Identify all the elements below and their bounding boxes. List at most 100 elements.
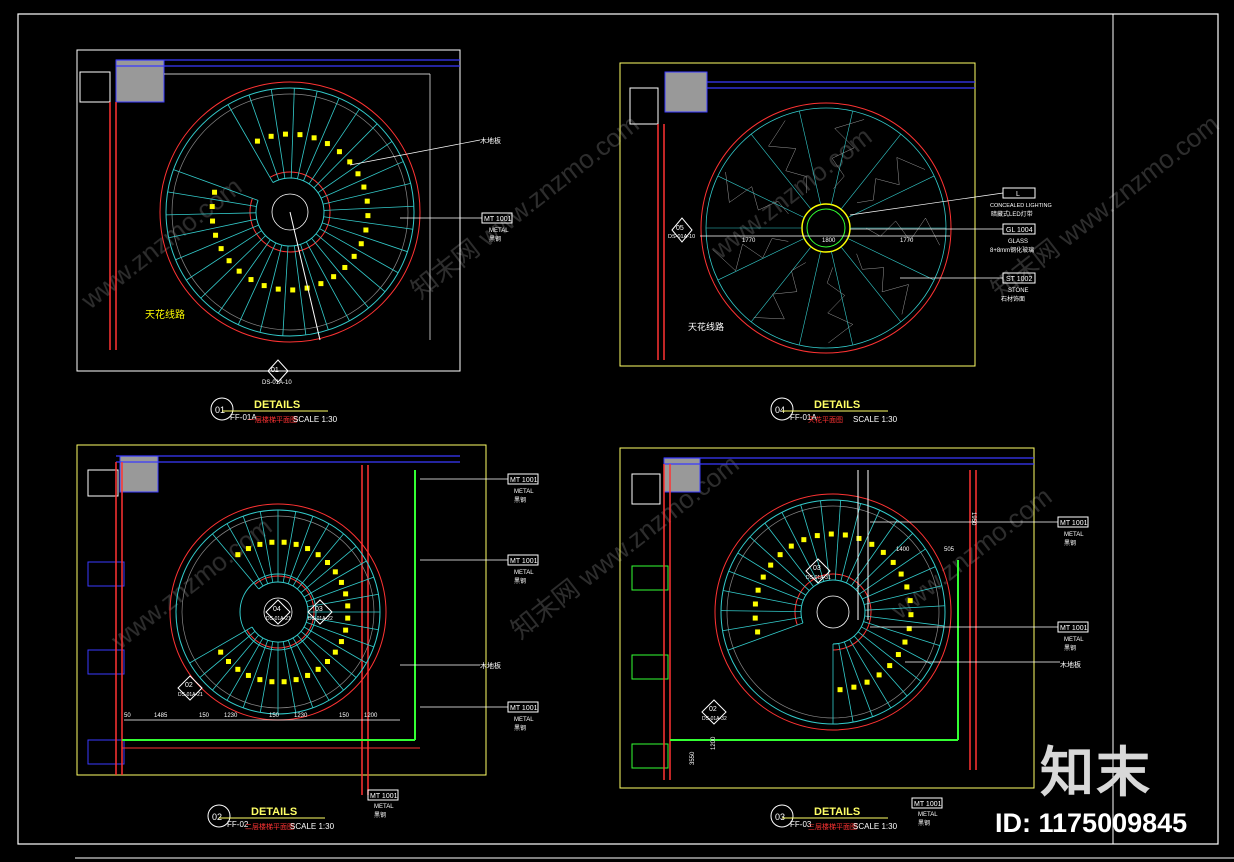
dim-value: 50 bbox=[124, 713, 131, 719]
stair-tread bbox=[845, 510, 881, 584]
step-light bbox=[890, 559, 896, 565]
core bbox=[816, 595, 850, 629]
metal-note: METAL bbox=[374, 804, 394, 810]
metal-code: MT 1001 bbox=[510, 477, 538, 484]
column-block bbox=[87, 739, 125, 765]
stair-tread bbox=[838, 643, 854, 723]
step-light bbox=[235, 552, 241, 558]
panel-number: 03 bbox=[775, 812, 785, 822]
panel-number: 04 bbox=[775, 405, 785, 415]
step-light bbox=[275, 286, 281, 292]
step-light bbox=[347, 159, 353, 165]
metal-code: MT 1001 bbox=[484, 216, 512, 223]
leader bbox=[849, 192, 1004, 216]
lighting-cn: 暗藏式LED灯带 bbox=[991, 210, 1033, 218]
panel-title: DETAILS bbox=[254, 399, 300, 411]
step-light bbox=[254, 138, 260, 144]
step-light bbox=[351, 253, 357, 259]
step-light bbox=[210, 218, 216, 224]
panel-title: DETAILS bbox=[814, 399, 860, 411]
ceiling-note: 天花线路 bbox=[145, 308, 185, 321]
stair-tread bbox=[857, 631, 922, 682]
watermark-text: www.znzmo.com bbox=[704, 121, 877, 265]
section-ref: DS-01A-31 bbox=[806, 575, 831, 581]
dim-value: 1400 bbox=[896, 547, 910, 553]
step-light bbox=[842, 532, 848, 538]
panel-scale: SCALE 1:30 bbox=[293, 415, 338, 424]
watermark-text: www.znzmo.com bbox=[884, 481, 1057, 625]
stair-tread bbox=[300, 546, 357, 594]
step-light bbox=[297, 132, 303, 138]
dim-value: 1950 bbox=[970, 512, 976, 526]
stair-tread bbox=[217, 239, 271, 314]
step-light bbox=[345, 615, 351, 621]
stair-tread bbox=[212, 634, 260, 691]
step-light bbox=[880, 549, 886, 555]
watermark-text: www.znzmo.com bbox=[104, 511, 277, 655]
step-light bbox=[235, 666, 241, 672]
step-light bbox=[869, 541, 875, 547]
metal-note: METAL bbox=[918, 812, 938, 818]
section-num: 05 bbox=[676, 225, 684, 232]
stair-tread bbox=[296, 533, 344, 590]
panel-04: 1770 1800 1770 L CONCEALED LIGHTING暗藏式LED灯带 G… bbox=[619, 62, 1052, 367]
stair-tread bbox=[855, 533, 913, 590]
stair-tread bbox=[849, 639, 892, 709]
step-light bbox=[814, 533, 820, 539]
dim-value: 1230 bbox=[224, 713, 238, 719]
metal-note: METAL bbox=[489, 228, 509, 234]
step-light bbox=[281, 539, 287, 545]
dim-value: 1200 bbox=[364, 713, 378, 719]
column-block bbox=[631, 473, 661, 505]
step-light bbox=[212, 189, 218, 195]
step-light bbox=[305, 546, 311, 552]
stair-tread bbox=[722, 616, 802, 632]
stone-note: STONE bbox=[1008, 288, 1029, 294]
step-light bbox=[226, 658, 232, 664]
stair-tread bbox=[189, 626, 253, 664]
step-light bbox=[768, 562, 774, 568]
step-light bbox=[752, 615, 758, 621]
panel-scale: SCALE 1:30 bbox=[853, 415, 898, 424]
panel-scale: SCALE 1:30 bbox=[853, 822, 898, 831]
metal-code: MT 1001 bbox=[914, 801, 942, 808]
glass-core bbox=[801, 203, 851, 253]
step-light bbox=[365, 213, 371, 219]
step-light bbox=[902, 639, 908, 645]
step-light bbox=[338, 639, 344, 645]
metal-code: MT 1001 bbox=[510, 705, 538, 712]
step-light bbox=[887, 663, 893, 669]
section-num: 02 bbox=[709, 706, 717, 713]
step-light bbox=[904, 584, 910, 590]
step-light bbox=[760, 574, 766, 580]
glass-cn: 8+8mm钢化玻璃 bbox=[990, 246, 1034, 254]
metal-code: MT 1001 bbox=[370, 793, 398, 800]
dim-3: 1770 bbox=[900, 238, 914, 244]
metal-cn: 黑钢 bbox=[514, 496, 526, 504]
stair-tread bbox=[293, 245, 307, 336]
step-light bbox=[293, 541, 299, 547]
metal-code: MT 1001 bbox=[1060, 625, 1088, 632]
step-light bbox=[837, 687, 843, 693]
step-light bbox=[907, 598, 913, 604]
dim-value: 150 bbox=[339, 713, 350, 719]
step-light bbox=[864, 679, 870, 685]
panel-02-title: 02FF-02DETAILS二层楼梯平面图SCALE 1:30 bbox=[207, 804, 335, 831]
metal-note: METAL bbox=[1064, 532, 1084, 538]
glass-code: GL 1004 bbox=[1006, 227, 1033, 234]
step-light bbox=[324, 560, 330, 566]
step-light bbox=[218, 649, 224, 655]
glass-note: GLASS bbox=[1008, 239, 1028, 245]
metal-cn: 黑钢 bbox=[918, 819, 930, 827]
step-light bbox=[363, 227, 369, 233]
step-light bbox=[908, 612, 914, 618]
step-light bbox=[226, 258, 232, 264]
panel-title: DETAILS bbox=[814, 806, 860, 818]
lighting-code: L bbox=[1016, 191, 1020, 198]
step-light bbox=[245, 672, 251, 678]
panel-01: 木地板 MT 1001 METAL黑钢天花线路 01 DS-01A-10 bbox=[76, 49, 513, 386]
step-light bbox=[345, 603, 351, 609]
stair-tread bbox=[727, 622, 804, 651]
section-ref: DS-01A-10 bbox=[262, 380, 292, 386]
dim-value: 1230 bbox=[294, 713, 308, 719]
